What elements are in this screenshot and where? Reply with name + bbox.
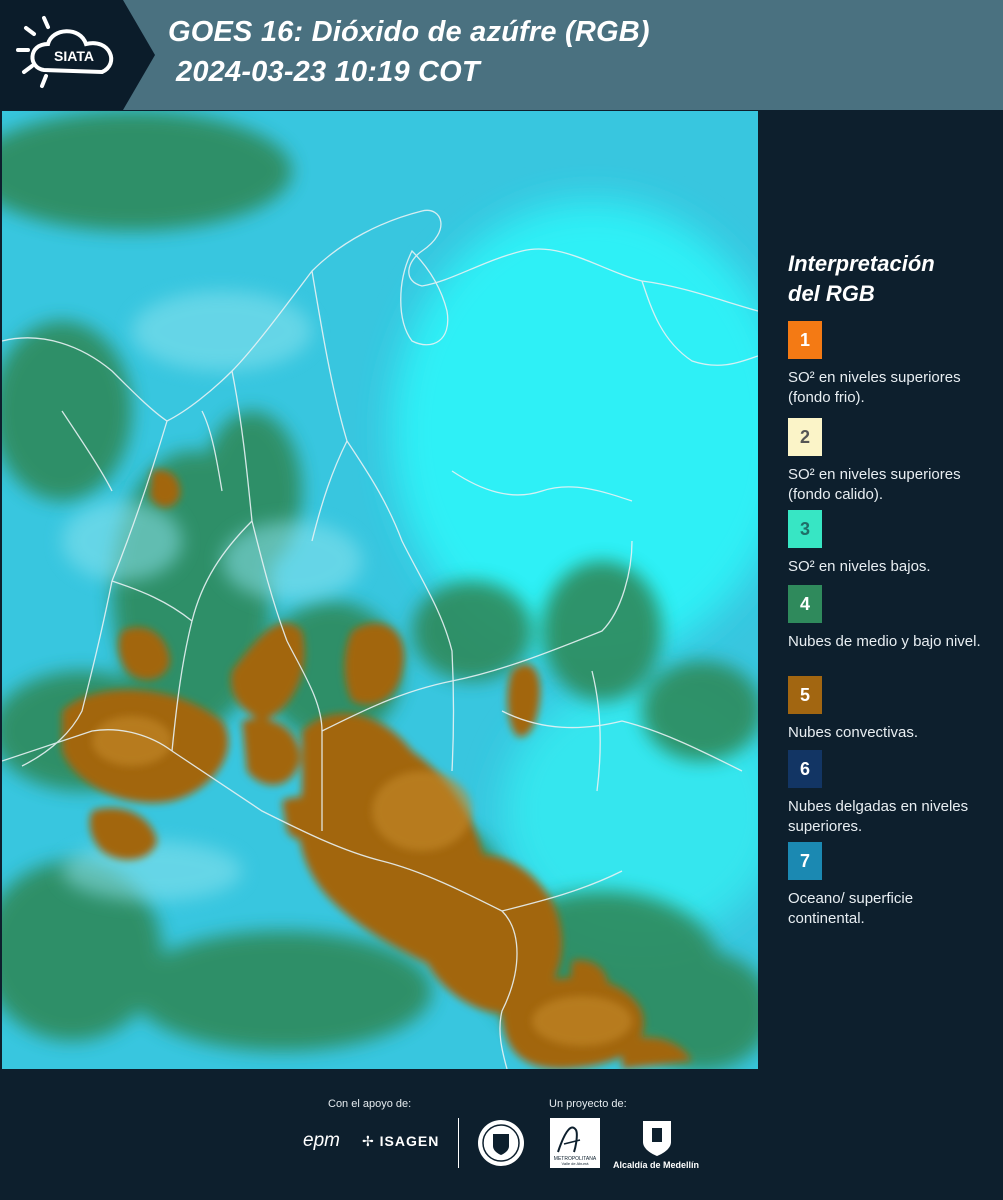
legend-label: Nubes delgadas en niveles superiores.	[788, 798, 969, 835]
legend-swatch: 7	[788, 842, 822, 880]
page-subtitle-datetime: 2024-03-23 10:19 COT	[176, 56, 480, 88]
legend-title-line2: del RGB	[788, 281, 875, 306]
satellite-image-graphic	[2, 111, 758, 1069]
isagen-icon: ✢	[362, 1133, 375, 1149]
isagen-text: ISAGEN	[379, 1133, 440, 1149]
legend-item-1: 1 SO² en niveles superiores (fondo frio)…	[788, 321, 993, 408]
legend-swatch: 2	[788, 418, 822, 456]
area-caption-sub: Valle de Aburrá	[561, 1161, 589, 1166]
legend-swatch: 3	[788, 510, 822, 548]
legend-swatch: 1	[788, 321, 822, 359]
header-bar: SIATA GOES 16: Dióxido de azúfre (RGB) 2…	[0, 0, 1003, 110]
legend-label: SO² en niveles superiores (fondo frio).	[788, 369, 961, 406]
area-metropolitana-logo[interactable]: METROPOLITANA Valle de Aburrá	[550, 1118, 600, 1168]
alcaldia-shield-icon[interactable]	[640, 1118, 674, 1158]
footer-divider	[458, 1118, 459, 1168]
legend-item-6: 6 Nubes delgadas en niveles superiores.	[788, 750, 993, 837]
siata-logo[interactable]: SIATA	[0, 0, 155, 110]
legend-swatch: 6	[788, 750, 822, 788]
support-label: Con el apoyo de:	[328, 1098, 412, 1110]
medellin-seal-icon[interactable]	[476, 1118, 526, 1168]
isagen-logo[interactable]: ✢ ISAGEN	[362, 1133, 439, 1150]
epm-logo[interactable]: epm	[303, 1130, 340, 1152]
legend-label: Nubes de medio y bajo nivel.	[788, 633, 981, 650]
legend-label: Oceano/ superficie continental.	[788, 890, 914, 927]
legend-item-7: 7 Oceano/ superficie continental.	[788, 842, 993, 929]
page-title: GOES 16: Dióxido de azúfre (RGB)	[168, 16, 650, 48]
legend-title-line1: Interpretación	[788, 251, 935, 276]
legend-item-3: 3 SO² en niveles bajos.	[788, 510, 993, 577]
footer: Con el apoyo de: Un proyecto de: epm ✢ I…	[0, 1070, 1003, 1200]
alcaldia-caption: Alcaldía de Medellín	[613, 1160, 700, 1170]
project-label: Un proyecto de:	[549, 1098, 627, 1110]
legend-item-2: 2 SO² en niveles superiores (fondo calid…	[788, 418, 993, 505]
logo-text: SIATA	[54, 48, 94, 64]
legend-title: Interpretación del RGB	[788, 249, 988, 309]
legend-swatch: 5	[788, 676, 822, 714]
legend-item-4: 4 Nubes de medio y bajo nivel.	[788, 585, 993, 652]
legend-label: Nubes convectivas.	[788, 724, 919, 741]
legend-label: SO² en niveles superiores (fondo calido)…	[788, 466, 961, 503]
sun-cloud-icon: SIATA	[16, 16, 114, 88]
satellite-rgb-image[interactable]	[2, 111, 758, 1069]
legend-panel: Interpretación del RGB 1 SO² en niveles …	[760, 111, 1003, 1069]
legend-item-5: 5 Nubes convectivas.	[788, 676, 993, 743]
legend-swatch: 4	[788, 585, 822, 623]
legend-label: SO² en niveles bajos.	[788, 558, 931, 575]
